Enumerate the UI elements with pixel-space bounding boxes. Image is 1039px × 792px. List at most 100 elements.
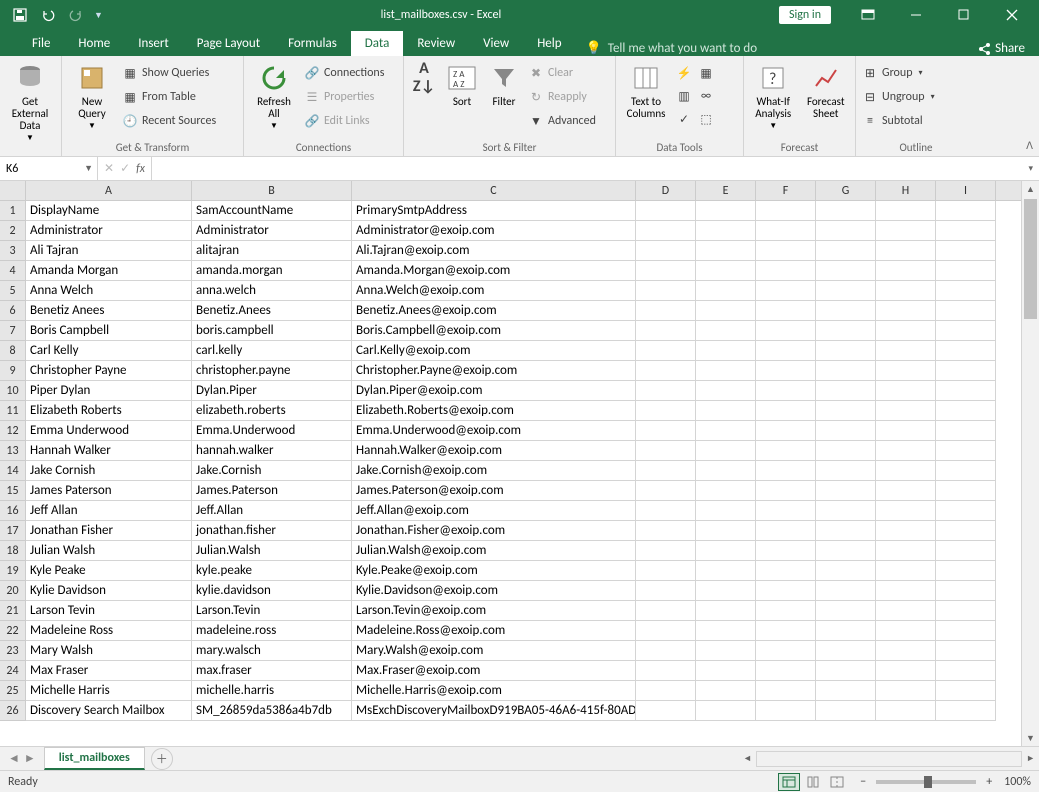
- cell[interactable]: [876, 601, 936, 621]
- row-header[interactable]: 14: [0, 461, 26, 481]
- tab-view[interactable]: View: [469, 31, 523, 56]
- cell[interactable]: [816, 461, 876, 481]
- cell[interactable]: mary.walsch: [192, 641, 352, 661]
- cell[interactable]: Mary.Walsh@exoip.com: [352, 641, 636, 661]
- cell[interactable]: [936, 541, 996, 561]
- cell[interactable]: [936, 401, 996, 421]
- filter-button[interactable]: Filter: [486, 60, 522, 132]
- cell[interactable]: [816, 601, 876, 621]
- cell[interactable]: [696, 441, 756, 461]
- cell[interactable]: Jake Cornish: [26, 461, 192, 481]
- cell[interactable]: [816, 221, 876, 241]
- expand-formula-icon[interactable]: ▾: [1028, 163, 1033, 174]
- advanced-button[interactable]: ▼Advanced: [528, 110, 596, 132]
- cell[interactable]: [876, 621, 936, 641]
- cell[interactable]: [876, 481, 936, 501]
- cell[interactable]: [636, 221, 696, 241]
- edit-links-button[interactable]: 🔗Edit Links: [304, 110, 384, 132]
- cell[interactable]: [756, 381, 816, 401]
- cell[interactable]: Amanda.Morgan@exoip.com: [352, 261, 636, 281]
- cell[interactable]: [756, 241, 816, 261]
- cell[interactable]: Kylie Davidson: [26, 581, 192, 601]
- cell[interactable]: [936, 261, 996, 281]
- column-header[interactable]: H: [876, 181, 936, 200]
- reapply-button[interactable]: ↻Reapply: [528, 86, 596, 108]
- cell[interactable]: [876, 561, 936, 581]
- row-header[interactable]: 3: [0, 241, 26, 261]
- zoom-level[interactable]: 100%: [1004, 775, 1031, 789]
- cell[interactable]: Boris.Campbell@exoip.com: [352, 321, 636, 341]
- cell[interactable]: [636, 541, 696, 561]
- forecast-sheet-button[interactable]: Forecast Sheet: [803, 60, 850, 131]
- recent-sources-button[interactable]: 🕘Recent Sources: [122, 110, 216, 132]
- cell[interactable]: [756, 581, 816, 601]
- cell[interactable]: boris.campbell: [192, 321, 352, 341]
- signin-button[interactable]: Sign in: [779, 6, 831, 24]
- row-header[interactable]: 7: [0, 321, 26, 341]
- column-header[interactable]: E: [696, 181, 756, 200]
- cell[interactable]: Emma Underwood: [26, 421, 192, 441]
- cell[interactable]: [816, 521, 876, 541]
- zoom-in-button[interactable]: +: [986, 775, 992, 789]
- cell[interactable]: [816, 381, 876, 401]
- cell[interactable]: [936, 701, 996, 721]
- cell[interactable]: alitajran: [192, 241, 352, 261]
- cell[interactable]: [636, 341, 696, 361]
- cell[interactable]: Kylie.Davidson@exoip.com: [352, 581, 636, 601]
- get-external-data-button[interactable]: Get External Data▼: [6, 60, 54, 143]
- cell[interactable]: James.Paterson: [192, 481, 352, 501]
- cell[interactable]: [936, 601, 996, 621]
- cell[interactable]: [636, 581, 696, 601]
- cell[interactable]: [876, 241, 936, 261]
- row-header[interactable]: 13: [0, 441, 26, 461]
- cell[interactable]: [756, 321, 816, 341]
- whatif-button[interactable]: ?What-If Analysis▼: [750, 60, 797, 131]
- cell[interactable]: [816, 261, 876, 281]
- cell[interactable]: [816, 401, 876, 421]
- row-header[interactable]: 11: [0, 401, 26, 421]
- cell[interactable]: James.Paterson@exoip.com: [352, 481, 636, 501]
- cell[interactable]: [876, 301, 936, 321]
- cell[interactable]: [876, 381, 936, 401]
- cell[interactable]: [696, 601, 756, 621]
- tell-me[interactable]: 💡 Tell me what you want to do: [586, 41, 758, 56]
- cell[interactable]: [876, 501, 936, 521]
- column-header[interactable]: A: [26, 181, 192, 200]
- row-header[interactable]: 26: [0, 701, 26, 721]
- close-button[interactable]: [989, 0, 1035, 30]
- column-header[interactable]: F: [756, 181, 816, 200]
- cell[interactable]: [636, 261, 696, 281]
- cell[interactable]: [756, 361, 816, 381]
- cell[interactable]: [636, 521, 696, 541]
- tab-home[interactable]: Home: [64, 31, 124, 56]
- cell[interactable]: [696, 561, 756, 581]
- cell[interactable]: [936, 661, 996, 681]
- consolidate-button[interactable]: ▦: [698, 62, 714, 84]
- cell[interactable]: [696, 221, 756, 241]
- minimize-button[interactable]: [893, 0, 939, 30]
- cell[interactable]: [756, 621, 816, 641]
- cell[interactable]: [696, 501, 756, 521]
- cell[interactable]: [696, 321, 756, 341]
- cell[interactable]: Benetiz.Anees@exoip.com: [352, 301, 636, 321]
- cell[interactable]: [756, 501, 816, 521]
- cell[interactable]: [816, 241, 876, 261]
- cell[interactable]: Michelle Harris: [26, 681, 192, 701]
- cell[interactable]: Dylan.Piper: [192, 381, 352, 401]
- cell[interactable]: Ali.Tajran@exoip.com: [352, 241, 636, 261]
- cell[interactable]: [936, 421, 996, 441]
- cell[interactable]: [756, 601, 816, 621]
- subtotal-button[interactable]: ≡Subtotal: [862, 110, 935, 132]
- row-header[interactable]: 22: [0, 621, 26, 641]
- cell[interactable]: hannah.walker: [192, 441, 352, 461]
- collapse-ribbon-button[interactable]: ᐱ: [1026, 139, 1033, 152]
- cell[interactable]: [936, 361, 996, 381]
- row-header[interactable]: 20: [0, 581, 26, 601]
- cell[interactable]: Carl.Kelly@exoip.com: [352, 341, 636, 361]
- cell[interactable]: [876, 361, 936, 381]
- cell[interactable]: Larson.Tevin@exoip.com: [352, 601, 636, 621]
- cell[interactable]: [816, 701, 876, 721]
- new-query-button[interactable]: New Query▼: [68, 60, 116, 132]
- row-header[interactable]: 10: [0, 381, 26, 401]
- enter-formula-button[interactable]: ✓: [120, 161, 130, 176]
